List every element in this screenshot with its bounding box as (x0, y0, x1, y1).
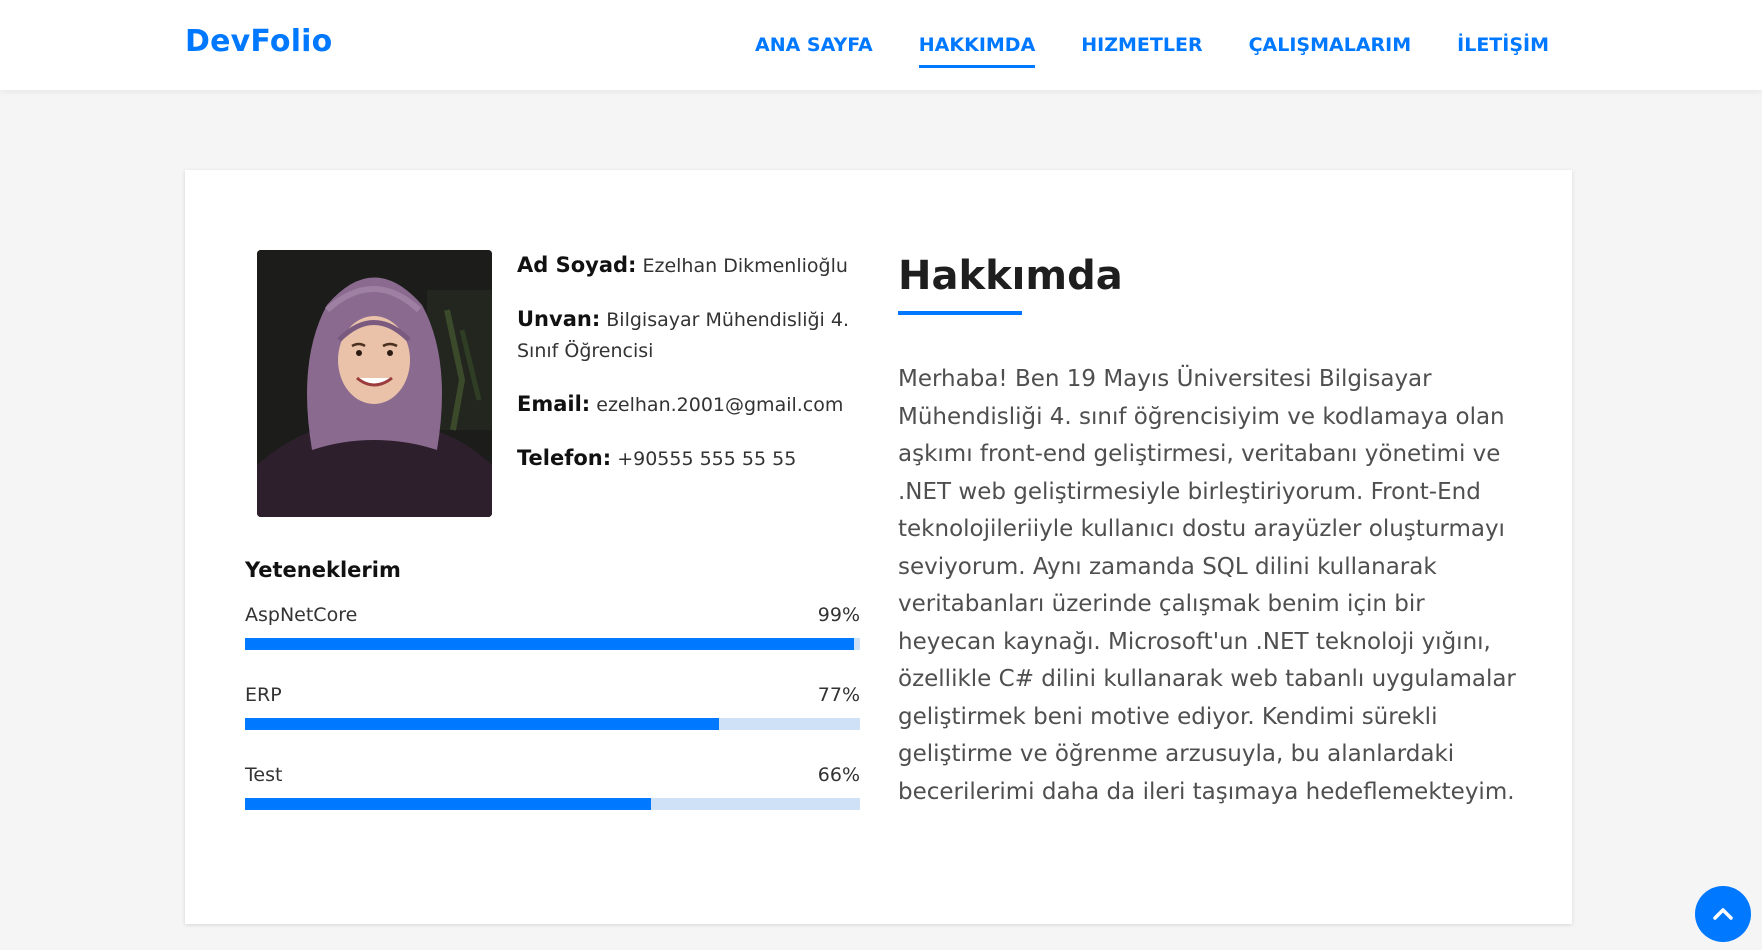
title-underline (898, 311, 1022, 315)
skill-percent: 77% (817, 684, 860, 706)
skill-progress-bar (245, 638, 860, 650)
about-section: Hakkımda Merhaba! Ben 19 Mayıs Üniversit… (898, 253, 1518, 834)
skill-progress-bar (245, 798, 860, 810)
main-nav: ANA SAYFA HAKKIMDA HIZMETLER ÇALIŞMALARI… (755, 0, 1549, 90)
nav-item-ana-sayfa[interactable]: ANA SAYFA (755, 26, 873, 64)
skill-progress-bar (245, 718, 860, 730)
profile-info: Ad Soyad: Ezelhan Dikmenlioğlu Unvan: Bi… (517, 250, 867, 497)
about-title: Hakkımda (898, 253, 1123, 299)
chevron-up-icon (1713, 908, 1733, 920)
info-name-label: Ad Soyad: (517, 253, 637, 277)
skill-progress-fill (245, 638, 854, 650)
profile-photo (257, 250, 492, 517)
info-phone-label: Telefon: (517, 446, 612, 470)
profile-photo-illustration (257, 250, 492, 517)
skill-percent: 66% (817, 764, 860, 786)
about-card: Ad Soyad: Ezelhan Dikmenlioğlu Unvan: Bi… (185, 170, 1572, 924)
back-to-top-button[interactable] (1695, 886, 1751, 942)
skill-progress-fill (245, 718, 719, 730)
brand-logo[interactable]: DevFolio (185, 24, 332, 59)
about-text: Merhaba! Ben 19 Mayıs Üniversitesi Bilgi… (898, 366, 1516, 805)
skill-progress-fill (245, 798, 651, 810)
info-email-label: Email: (517, 392, 591, 416)
info-phone-value: +90555 555 55 55 (617, 448, 797, 470)
skills-title: Yeteneklerim (245, 558, 401, 582)
skills-section: Yeteneklerim AspNetCore 99% ERP 77% Test… (245, 558, 860, 844)
top-navbar: DevFolio ANA SAYFA HAKKIMDA HIZMETLER ÇA… (0, 0, 1762, 90)
skill-item: Test 66% (245, 764, 860, 810)
skill-name: ERP (245, 684, 282, 706)
nav-item-calismalarim[interactable]: ÇALIŞMALARIM (1249, 26, 1412, 64)
nav-item-hakkimda[interactable]: HAKKIMDA (918, 26, 1035, 68)
info-title-label: Unvan: (517, 307, 601, 331)
skill-name: AspNetCore (245, 604, 358, 626)
info-name-value: Ezelhan Dikmenlioğlu (642, 255, 848, 277)
info-phone: Telefon: +90555 555 55 55 (517, 443, 867, 475)
skill-item: ERP 77% (245, 684, 860, 730)
info-name: Ad Soyad: Ezelhan Dikmenlioğlu (517, 250, 867, 282)
info-title: Unvan: Bilgisayar Mühendisliği 4. Sınıf … (517, 304, 867, 367)
info-email-value: ezelhan.2001@gmail.com (596, 394, 844, 416)
skill-item: AspNetCore 99% (245, 604, 860, 650)
nav-item-hizmetler[interactable]: HIZMETLER (1081, 26, 1202, 64)
skill-name: Test (245, 764, 283, 786)
nav-item-iletisim[interactable]: İLETİŞİM (1457, 26, 1549, 64)
info-email: Email: ezelhan.2001@gmail.com (517, 389, 867, 421)
skill-percent: 99% (817, 604, 860, 626)
